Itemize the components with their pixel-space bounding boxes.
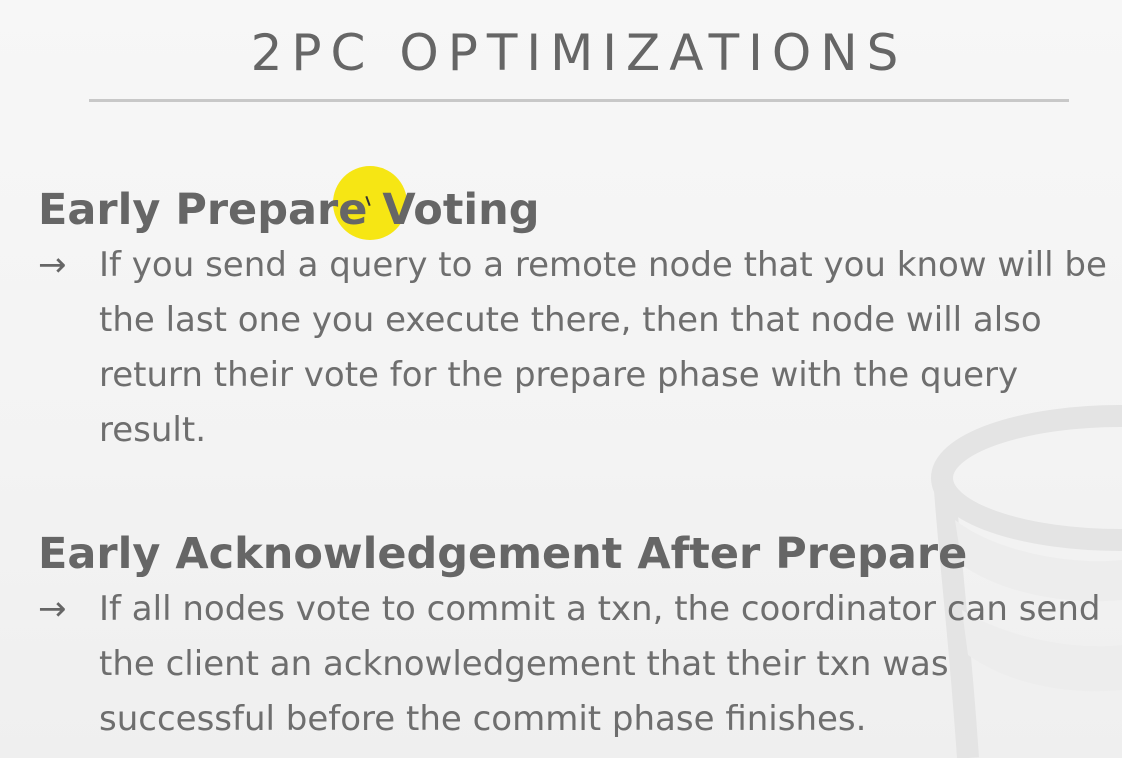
section-heading: Early Acknowledgement After Prepare <box>38 529 968 579</box>
section-early-prepare-voting: Early Prepare Voting → If you send a que… <box>38 182 1118 458</box>
bullet-item: → If you send a query to a remote node t… <box>38 238 1118 458</box>
section-early-acknowledgement: Early Acknowledgement After Prepare → If… <box>38 526 1118 747</box>
bullet-text: If all nodes vote to commit a txn, the c… <box>99 589 1101 739</box>
arrow-bullet-icon: → <box>38 245 67 285</box>
bullet-text: If you send a query to a remote node tha… <box>99 245 1107 450</box>
arrow-bullet-icon: → <box>38 589 67 629</box>
section-heading: Early Prepare Voting <box>38 185 540 235</box>
slide: 2PC OPTIMIZATIONS Early Prepare Voting →… <box>0 0 1122 758</box>
bullet-item: → If all nodes vote to commit a txn, the… <box>38 582 1118 747</box>
